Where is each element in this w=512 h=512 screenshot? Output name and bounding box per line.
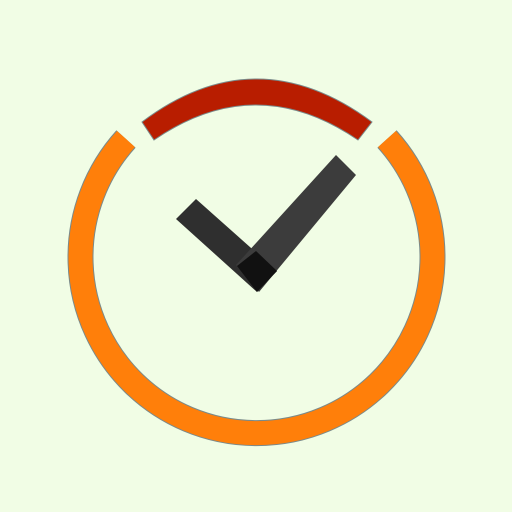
app-icon-canvas: [0, 0, 512, 512]
clock-checkmark-app-icon: [0, 0, 512, 512]
